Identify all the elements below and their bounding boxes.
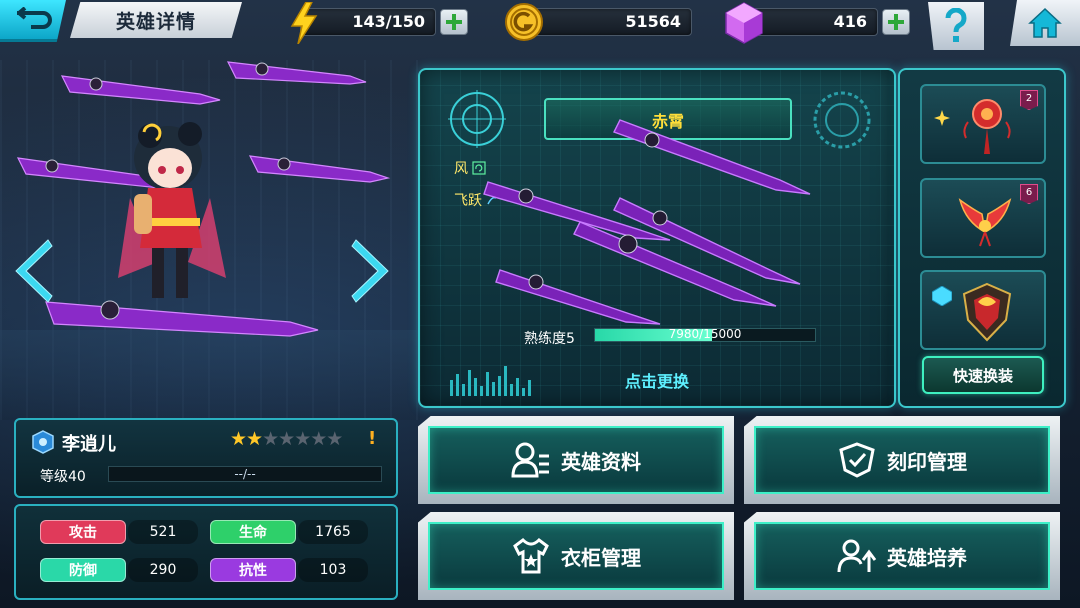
weapon-attribute-label: 风 <box>454 161 468 177</box>
slot-level-badge: 6 <box>1020 184 1038 204</box>
hero-info-panel: 李逍儿 ★★★★★★★ ! 等级40 --/-- <box>14 418 398 498</box>
stat-attack-value: 521 <box>128 520 198 544</box>
quick-swap-button[interactable]: 快速换装 <box>922 356 1044 394</box>
home-icon <box>1028 7 1062 38</box>
add-energy-button[interactable] <box>440 9 468 35</box>
star-empty-icon: ★ <box>262 428 279 450</box>
hero-profile-button-face: 英雄资料 <box>428 426 724 494</box>
stat-health-tag: 生命 <box>210 520 296 544</box>
back-icon <box>17 6 52 29</box>
weapon-sword-image <box>483 119 811 325</box>
energy-bar: 143/150 <box>300 8 436 36</box>
plus-icon <box>888 14 904 30</box>
star-empty-icon: ★ <box>278 428 295 450</box>
quick-swap-label: 快速换装 <box>952 366 1013 385</box>
training-icon <box>837 539 877 573</box>
experience-bar: --/-- <box>108 466 382 482</box>
gear-ring-icon <box>813 91 871 149</box>
wardrobe-management-label: 衣柜管理 <box>561 545 641 570</box>
hero-class-icon <box>32 430 54 454</box>
wardrobe-icon <box>513 538 549 574</box>
star-empty-icon: ★ <box>310 428 327 450</box>
tap-to-change-label: 点击更换 <box>624 372 689 391</box>
hero-character-figure <box>118 122 226 298</box>
gem-icon <box>725 2 763 44</box>
help-button[interactable] <box>928 2 984 50</box>
hero-showcase <box>16 61 391 337</box>
plus-icon <box>446 14 462 30</box>
stat-resistance-value: 103 <box>298 558 368 582</box>
stat-defense-value: 290 <box>128 558 198 582</box>
stat-value: 103 <box>319 562 347 578</box>
hero-stats-panel: 攻击 521 生命 1765 防御 290 抗性 103 <box>14 504 398 600</box>
hero-level: 等级40 <box>40 469 86 485</box>
flying-sword-group <box>16 61 391 337</box>
weapon-panel[interactable]: 赤霄 风 飞跃 熟练度5 7980/15000 点击更换 <box>418 68 896 408</box>
stat-defense-tag: 防御 <box>40 558 126 582</box>
add-gems-button[interactable] <box>882 9 910 35</box>
hero-star-rating: ★★★★★★★ <box>230 428 343 450</box>
accessory-slot-2[interactable]: 6 <box>920 178 1046 258</box>
accessory-slot-3[interactable] <box>920 270 1046 350</box>
stat-label: 防御 <box>69 563 97 579</box>
red-orb-ornament-icon <box>963 99 1011 154</box>
upgrade-alert-icon[interactable]: ! <box>368 428 376 449</box>
proficiency-value: 7980/15000 <box>668 327 742 341</box>
imprint-management-button-face: 刻印管理 <box>754 426 1050 494</box>
home-button[interactable] <box>1010 0 1080 46</box>
hero-profile-label: 英雄资料 <box>561 449 641 474</box>
stat-label: 攻击 <box>69 525 97 541</box>
star-filled-icon: ★ <box>230 428 247 450</box>
hero-name: 李逍儿 <box>62 434 116 455</box>
stat-value: 521 <box>149 524 177 540</box>
blue-gem-icon <box>932 286 952 306</box>
emblem-crest-icon <box>962 282 1012 342</box>
help-icon <box>945 8 967 42</box>
hero-profile-icon <box>511 442 549 478</box>
gold-coin-icon <box>505 3 543 41</box>
stat-health-value: 1765 <box>298 520 368 544</box>
next-hero-arrow-icon[interactable] <box>346 236 396 306</box>
gold-bar: 51564 <box>520 8 692 36</box>
hero-profile-button[interactable]: 英雄资料 <box>418 416 734 504</box>
star-empty-icon: ★ <box>326 428 343 450</box>
accessory-panel: 2 6 快速换装 <box>898 68 1066 408</box>
stat-resistance-tag: 抗性 <box>210 558 296 582</box>
previous-hero-arrow-icon[interactable] <box>8 236 58 306</box>
imprint-icon <box>839 442 875 478</box>
page-title: 英雄详情 <box>70 2 242 38</box>
hero-training-button[interactable]: 英雄培养 <box>744 512 1060 600</box>
star-empty-icon: ★ <box>294 428 311 450</box>
hero-training-button-face: 英雄培养 <box>754 522 1050 590</box>
experience-value: --/-- <box>234 467 256 481</box>
stat-attack-tag: 攻击 <box>40 520 126 544</box>
stat-label: 抗性 <box>239 563 267 579</box>
gold-value: 51564 <box>625 12 681 31</box>
back-button[interactable] <box>0 0 66 42</box>
hero-training-label: 英雄培养 <box>887 545 967 570</box>
stat-label: 生命 <box>239 525 267 541</box>
proficiency-bar: 7980/15000 <box>594 327 816 342</box>
phoenix-wings-icon <box>958 198 1012 247</box>
stat-value: 290 <box>149 562 177 578</box>
stat-value: 1765 <box>315 524 351 540</box>
sparkle-icon <box>934 110 950 126</box>
page-title-text: 英雄详情 <box>115 10 196 33</box>
imprint-management-button[interactable]: 刻印管理 <box>744 416 1060 504</box>
star-filled-icon: ★ <box>246 428 263 450</box>
wardrobe-management-button[interactable]: 衣柜管理 <box>418 512 734 600</box>
accessory-slot-1[interactable]: 2 <box>920 84 1046 164</box>
weapon-attribute-label: 飞跃 <box>454 193 482 209</box>
proficiency-label: 熟练度5 <box>524 331 575 347</box>
slot-level-badge: 2 <box>1020 90 1038 110</box>
top-bar: 英雄详情 143/150 51564 416 <box>0 0 1080 50</box>
gem-value: 416 <box>833 12 867 31</box>
energy-value: 143/150 <box>352 12 425 31</box>
wardrobe-management-button-face: 衣柜管理 <box>428 522 724 590</box>
lightning-icon <box>290 2 318 44</box>
imprint-management-label: 刻印管理 <box>887 449 967 474</box>
